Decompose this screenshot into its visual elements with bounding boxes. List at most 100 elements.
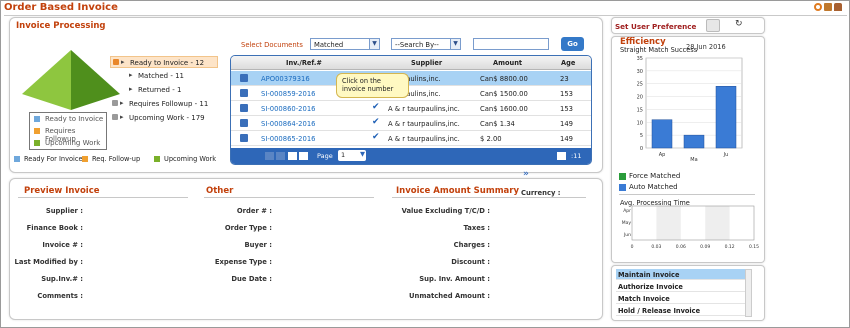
document-icon[interactable]: [240, 104, 248, 112]
match-success-chart: 0 5 10 15 20 25 30 35 Ap Ma Ju: [637, 56, 743, 163]
set-user-pref-link[interactable]: Set User Preference: [615, 22, 696, 31]
menu-item[interactable]: Match Invoice: [616, 293, 745, 304]
table-row[interactable]: APO00379316 taurpaulins,inc. Can$ 8800.00 2…: [231, 71, 591, 86]
bottom-legend-followup: Req. Follow-up: [92, 155, 141, 163]
y-tick-label: 35: [637, 56, 643, 62]
field-label: Comments :: [37, 292, 83, 300]
table-row[interactable]: SI-000865-2016 ✔ A & r taurpaulins,inc. $ 2…: [231, 131, 591, 146]
y-tick-label: 15: [637, 107, 643, 113]
prev-page-icon[interactable]: [276, 152, 285, 160]
field-label: Unmatched Amount :: [408, 292, 490, 300]
check-icon: ✔: [372, 117, 380, 127]
header-supplier[interactable]: Supplier: [411, 59, 442, 67]
plot-area: [631, 205, 755, 241]
refresh-icon[interactable]: [814, 3, 822, 11]
document-icon[interactable]: [240, 89, 248, 97]
grid-settings-icon[interactable]: [557, 152, 566, 160]
tree-item-upcoming[interactable]: ▸ Upcoming Work - 179: [110, 112, 218, 124]
processing-time-chart: Apr May Jun0 0.03 0.06 0.09 0.12 0.15: [622, 205, 759, 250]
invoice-number-link[interactable]: SI-000859-2016: [261, 90, 315, 98]
bottom-legend-upcoming: Upcoming Work: [164, 155, 217, 163]
supplier-cell: A & r taurpaulins,inc.: [388, 105, 460, 113]
summary-title: Invoice Amount Summary: [396, 186, 520, 196]
invoice-grid: Inv./Ref.# Supplier Amount Age APO003793…: [230, 55, 592, 165]
field-label: Last Modified by :: [14, 258, 83, 266]
bottom-legend: Ready For Invoice Req. Follow-up Upcomin…: [14, 155, 224, 165]
grid-header: Inv./Ref.# Supplier Amount Age: [231, 56, 591, 70]
go-button[interactable]: Go: [561, 37, 584, 51]
y-tick-label: Jun: [623, 232, 631, 238]
field-label: Sup. Inv. Amount :: [419, 275, 490, 283]
field-label: Charges :: [453, 241, 490, 249]
document-icon[interactable]: [240, 74, 248, 82]
y-tick-label: 5: [640, 133, 643, 139]
document-icon[interactable]: [240, 119, 248, 127]
table-row[interactable]: SI-000860-2016 ✔ A & r taurpaulins,inc. Can…: [231, 101, 591, 116]
field-label: Order # :: [236, 207, 272, 215]
amount-cell: Can$ 1600.00: [480, 105, 528, 113]
search-by-select[interactable]: --Search By-- ▼: [391, 38, 461, 50]
menu-item[interactable]: Maintain Invoice: [616, 269, 745, 280]
user-settings-icon[interactable]: [706, 19, 720, 32]
bar: [683, 134, 705, 149]
title-divider: [4, 15, 847, 16]
page-select[interactable]: 1 ▼: [338, 150, 366, 161]
field-label: Invoice # :: [42, 241, 83, 249]
export-icon[interactable]: [824, 3, 832, 11]
other-title: Other: [206, 186, 234, 196]
record-count: :11: [571, 152, 582, 160]
tree-item-followup[interactable]: ▸ Requires Followup - 11: [110, 98, 218, 110]
invoice-number-link[interactable]: APO00379316: [261, 75, 310, 83]
y-tick-label: 0: [640, 146, 643, 152]
first-page-icon[interactable]: [265, 152, 274, 160]
x-tick-label: 0.03: [651, 244, 661, 250]
document-icon[interactable]: [240, 134, 248, 142]
table-row[interactable]: SI-000859-2016✔taurpaulins,inc.Can$ 1500…: [231, 86, 591, 101]
search-input[interactable]: [473, 38, 549, 50]
user-icon[interactable]: [834, 3, 842, 11]
field-label: Sup.Inv.# :: [41, 275, 83, 283]
table-row[interactable]: SI-000864-2016 ✔ A & r taurpaulins,inc. Can…: [231, 116, 591, 131]
menu-scrollbar[interactable]: [745, 269, 752, 317]
amount-cell: $ 2.00: [480, 135, 502, 143]
processing-title: Invoice Processing: [16, 21, 106, 31]
x-tick-label: Ju: [723, 152, 729, 158]
y-tick-label: 10: [637, 120, 643, 126]
invoice-number-link[interactable]: SI-000860-2016: [261, 105, 315, 113]
preview-divider: [18, 197, 188, 198]
bottom-legend-ready: Ready For Invoice: [24, 155, 83, 163]
grid-footer: Page 1 ▼ :11: [231, 148, 591, 164]
age-cell: 153: [560, 105, 573, 113]
header-ref[interactable]: Inv./Ref.#: [286, 59, 322, 67]
supplier-cell: A & r taurpaulins,inc.: [388, 120, 460, 128]
page-label: Page: [317, 152, 333, 160]
x-tick-label: 0: [631, 244, 634, 250]
other-divider: [204, 197, 374, 198]
tree-item-matched[interactable]: ▸ Matched - 11: [110, 70, 218, 82]
amount-cell: Can$ 1.34: [480, 120, 515, 128]
field-label: Buyer :: [244, 241, 273, 249]
refresh-icon[interactable]: ↻: [735, 19, 743, 29]
invoice-number-link[interactable]: SI-000865-2016: [261, 135, 315, 143]
field-label: Finance Book :: [26, 224, 83, 232]
top-right-icons: [814, 3, 844, 13]
next-page-icon[interactable]: [288, 152, 297, 160]
legend-upcoming-work: Upcoming Work: [45, 139, 101, 147]
tooltip: Click on the invoice number: [336, 73, 409, 98]
tree-item-ready[interactable]: ▸ Ready to Invoice - 12: [110, 56, 218, 68]
bar: [651, 119, 673, 149]
menu-item[interactable]: Authorize Invoice: [616, 281, 745, 292]
tree-item-returned[interactable]: ▸ Returned - 1: [110, 84, 218, 96]
header-age[interactable]: Age: [561, 59, 575, 67]
y-tick-label: May: [622, 220, 632, 226]
header-amount[interactable]: Amount: [493, 59, 522, 67]
last-page-icon[interactable]: [299, 152, 308, 160]
check-icon: ✔: [372, 102, 380, 112]
x-tick-label: 0.15: [749, 244, 759, 250]
menu-item[interactable]: Hold / Release Invoice: [616, 305, 745, 316]
action-menu: Maintain Invoice Authorize Invoice Match I…: [616, 269, 745, 317]
document-type-select[interactable]: Matched ▼: [310, 38, 380, 50]
invoice-number-link[interactable]: SI-000864-2016: [261, 120, 315, 128]
field-label: Taxes :: [463, 224, 490, 232]
pyramid-graphic: [22, 50, 120, 110]
